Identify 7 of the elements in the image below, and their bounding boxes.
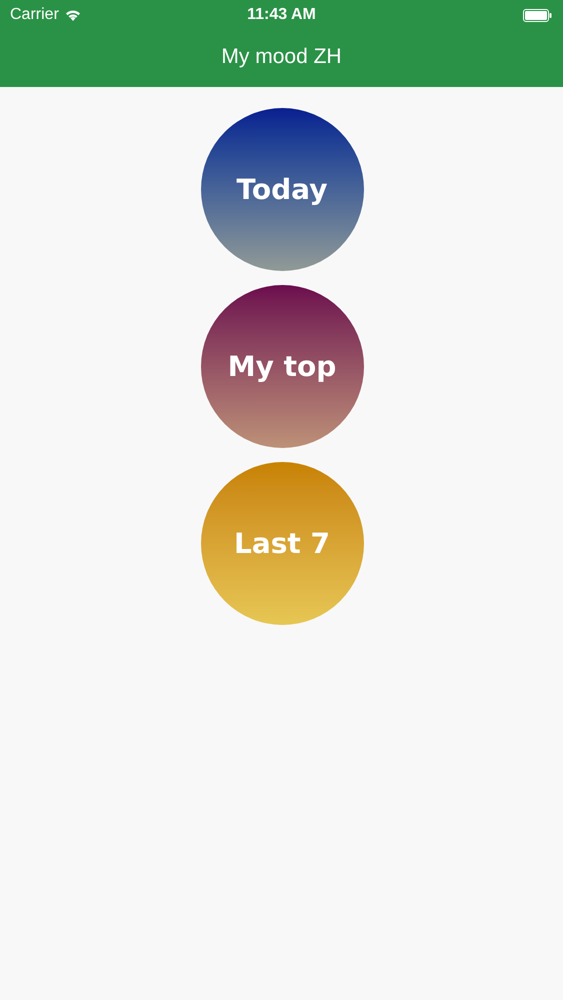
mood-circle-button[interactable]: Today xyxy=(200,108,364,271)
mood-circle-button[interactable]: My top xyxy=(200,285,364,448)
battery-icon xyxy=(523,8,553,22)
wifi-icon xyxy=(64,9,81,21)
screen-title: My mood ZH xyxy=(221,44,342,68)
carrier-text: Carrier xyxy=(10,6,59,24)
status-time: 11:43 AM xyxy=(247,6,316,24)
